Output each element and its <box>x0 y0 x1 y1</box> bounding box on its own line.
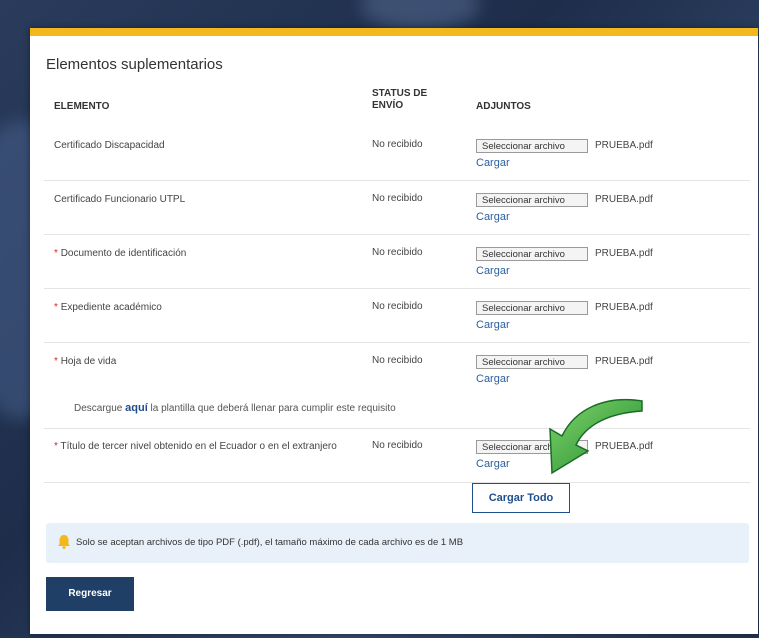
upload-link[interactable]: Cargar <box>476 211 510 223</box>
file-name: PRUEBA.pdf <box>595 194 653 205</box>
upload-all-button[interactable]: Cargar Todo <box>472 483 570 513</box>
status-value: No recibido <box>372 139 423 150</box>
required-mark: * <box>54 248 58 259</box>
element-label: Certificado Discapacidad <box>54 140 165 151</box>
select-file-button[interactable]: Seleccionar archivo <box>476 139 588 153</box>
status-value: No recibido <box>372 355 423 366</box>
upload-link[interactable]: Cargar <box>476 157 510 169</box>
required-mark: * <box>54 441 58 452</box>
element-label: Certificado Funcionario UTPL <box>54 194 186 205</box>
section-title: Elementos suplementarios <box>46 56 223 73</box>
file-name: PRUEBA.pdf <box>595 140 653 151</box>
file-name: PRUEBA.pdf <box>595 248 653 259</box>
select-file-button[interactable]: Seleccionar archivo <box>476 193 588 207</box>
bell-icon <box>58 535 70 549</box>
header-status: STATUS DE ENVÍO <box>372 88 427 112</box>
select-file-button[interactable]: Seleccionar archivo <box>476 301 588 315</box>
status-value: No recibido <box>372 247 423 258</box>
upload-link[interactable]: Cargar <box>476 319 510 331</box>
table-row: * Expediente académico No recibido Selec… <box>44 288 750 343</box>
element-label: * Título de tercer nivel obtenido en el … <box>54 441 337 452</box>
select-file-button[interactable]: Seleccionar archivo <box>476 355 588 369</box>
template-download-link[interactable]: aquí <box>125 402 148 414</box>
required-mark: * <box>54 356 58 367</box>
status-value: No recibido <box>372 193 423 204</box>
file-name: PRUEBA.pdf <box>595 302 653 313</box>
element-label: * Hoja de vida <box>54 356 117 367</box>
upload-link[interactable]: Cargar <box>476 373 510 385</box>
status-value: No recibido <box>372 301 423 312</box>
table-row: * Documento de identificación No recibid… <box>44 234 750 289</box>
supplementary-card: Elementos suplementarios ELEMENTO STATUS… <box>30 28 758 634</box>
upload-link[interactable]: Cargar <box>476 265 510 277</box>
info-text: Solo se aceptan archivos de tipo PDF (.p… <box>76 537 464 548</box>
info-banner: Solo se aceptan archivos de tipo PDF (.p… <box>46 523 749 563</box>
curved-arrow-icon <box>549 398 643 475</box>
background-shape <box>360 0 480 30</box>
header-status-line1: STATUS DE <box>372 88 428 99</box>
header-attachments: ADJUNTOS <box>476 101 531 112</box>
header-status-line2: ENVÍO <box>372 100 404 111</box>
header-element: ELEMENTO <box>54 101 110 112</box>
table-row: Certificado Discapacidad No recibido Sel… <box>44 126 750 181</box>
back-button[interactable]: Regresar <box>46 577 134 611</box>
required-mark: * <box>54 302 58 313</box>
table-row: Certificado Funcionario UTPL No recibido… <box>44 180 750 235</box>
template-note: Descargue aquí la plantilla que deberá l… <box>74 402 396 414</box>
element-label: * Expediente académico <box>54 302 162 313</box>
select-file-button[interactable]: Seleccionar archivo <box>476 247 588 261</box>
file-name: PRUEBA.pdf <box>595 356 653 367</box>
element-label: * Documento de identificación <box>54 248 187 259</box>
status-value: No recibido <box>372 440 423 451</box>
